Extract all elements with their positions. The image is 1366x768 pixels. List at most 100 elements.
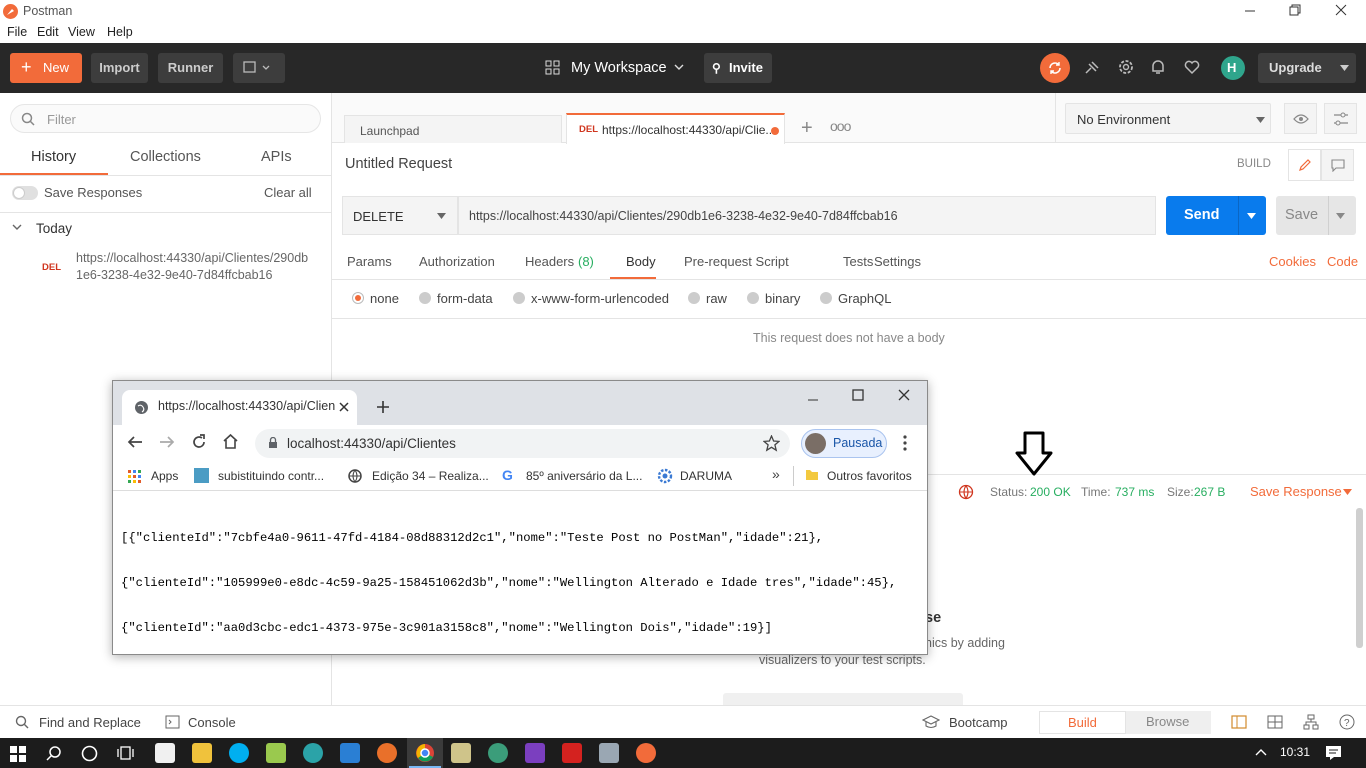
postman-taskbar-icon[interactable] [636,743,656,763]
bookmark-item-4[interactable]: DARUMA [680,469,732,483]
history-item[interactable]: DEL https://localhost:44330/api/Clientes… [0,245,331,287]
app-task-icon[interactable] [155,743,175,763]
notification-center-icon[interactable] [1325,745,1342,761]
console-button[interactable]: Console [188,715,236,730]
environment-quicklook-button[interactable] [1284,103,1317,134]
code-link[interactable]: Code [1327,254,1358,269]
tab-body[interactable]: Body [626,254,656,269]
chevron-right-double-icon[interactable]: » [772,466,780,482]
windows-start-icon[interactable] [10,746,26,762]
avatar[interactable]: H [1221,56,1245,80]
url-input[interactable]: https://localhost:44330/api/Clientes/290… [458,196,1156,235]
learn-more-button[interactable] [723,693,963,705]
body-type-binary-radio[interactable] [747,292,759,304]
layout-columns-icon[interactable] [1267,715,1283,729]
two-pane-icon[interactable] [1231,715,1247,729]
body-type-raw-radio[interactable] [688,292,700,304]
scrollbar[interactable] [1356,508,1363,648]
workspace-selector[interactable]: My Workspace [571,60,667,76]
upgrade-button[interactable]: Upgrade [1258,53,1356,83]
tab-history[interactable]: History [31,149,76,165]
tab-apis[interactable]: APIs [261,149,292,165]
add-tab-button[interactable]: + [792,115,822,143]
send-button[interactable]: Send [1166,196,1266,235]
comments-button[interactable] [1321,149,1354,181]
save-button[interactable]: Save [1276,196,1356,235]
settings-gear-icon[interactable] [1117,58,1137,78]
other-bookmarks[interactable]: Outros favoritos [827,469,912,483]
tab-params[interactable]: Params [347,254,392,269]
reload-icon[interactable] [191,434,207,450]
manage-environments-button[interactable] [1324,103,1357,134]
body-type-urlencoded-radio[interactable] [513,292,525,304]
restore-icon[interactable] [1289,4,1301,16]
tab-tests[interactable]: Tests [843,254,873,269]
tab-active-request[interactable]: DEL https://localhost:44330/api/Clie... [566,113,785,144]
notifications-bell-icon[interactable] [1149,58,1169,78]
body-type-graphql-radio[interactable] [820,292,832,304]
notepad-plus-icon[interactable] [266,743,286,763]
filter-input[interactable]: Filter [10,104,321,133]
minimize-icon[interactable] [807,394,819,406]
back-arrow-icon[interactable] [127,435,143,449]
caret-down-icon[interactable] [1343,489,1352,495]
address-bar[interactable]: localhost:44330/api/Clientes [255,429,790,458]
body-type-none-radio[interactable] [352,292,364,304]
home-icon[interactable] [222,433,239,450]
bookmark-item-3[interactable]: 85º aniversário da L... [526,469,642,483]
heart-icon[interactable] [1183,58,1203,78]
runner-button[interactable]: Runner [158,53,223,83]
maximize-icon[interactable] [852,389,864,401]
vscode-icon[interactable] [340,743,360,763]
chevron-down-icon[interactable] [12,224,22,231]
invite-button[interactable]: ⚲ Invite [704,53,772,83]
new-window-button[interactable] [233,53,285,83]
app-green-icon[interactable] [488,743,508,763]
minimize-icon[interactable] [1244,5,1256,17]
new-tab-plus-icon[interactable] [376,400,390,414]
menu-edit[interactable]: Edit [37,25,59,39]
tab-headers[interactable]: Headers [525,254,574,269]
sitemap-icon[interactable] [1303,714,1319,730]
sync-icon[interactable] [1040,53,1070,83]
close-icon[interactable] [1335,4,1347,16]
file-explorer-icon[interactable] [192,743,212,763]
size-value[interactable]: 267 B [1194,485,1225,499]
control-panel-icon[interactable] [599,743,619,763]
chrome-taskbar-button[interactable] [407,738,443,768]
acrobat-icon[interactable] [562,743,582,763]
menu-dots-icon[interactable] [902,435,908,451]
import-button[interactable]: Import [91,53,148,83]
menu-file[interactable]: File [7,25,27,39]
time-value[interactable]: 737 ms [1115,485,1154,499]
tab-authorization[interactable]: Authorization [419,254,495,269]
tab-pre-request-script[interactable]: Pre-request Script [684,254,789,269]
edge-icon[interactable] [303,743,323,763]
task-view-icon[interactable] [117,745,134,761]
visual-studio-icon[interactable] [525,743,545,763]
chevron-up-icon[interactable] [1255,748,1267,756]
save-responses-toggle[interactable] [12,186,38,200]
edit-mode-button[interactable] [1288,149,1321,181]
cookies-link[interactable]: Cookies [1269,254,1316,269]
build-toggle[interactable]: Build [1039,711,1126,734]
close-icon[interactable] [898,389,910,401]
skype-icon[interactable] [229,743,249,763]
menu-view[interactable]: View [68,25,95,39]
tab-settings[interactable]: Settings [874,254,921,269]
history-group-today[interactable]: Today [36,221,72,236]
satellite-icon[interactable] [1083,59,1103,79]
bookmark-star-icon[interactable] [763,435,780,452]
find-replace-button[interactable]: Find and Replace [39,715,141,730]
caret-down-icon[interactable] [1336,213,1345,219]
save-response-button[interactable]: Save Response [1250,484,1342,499]
tab-launchpad[interactable]: Launchpad [344,115,562,143]
more-tabs-button[interactable]: ooo [824,115,852,143]
firefox-icon[interactable] [377,743,397,763]
method-select[interactable]: DELETE [342,196,458,235]
request-title[interactable]: Untitled Request [345,156,452,172]
new-button[interactable]: + New [10,53,82,83]
taskbar-search-icon[interactable] [46,745,62,761]
globe-error-icon[interactable] [958,484,974,500]
tools-icon[interactable] [451,743,471,763]
